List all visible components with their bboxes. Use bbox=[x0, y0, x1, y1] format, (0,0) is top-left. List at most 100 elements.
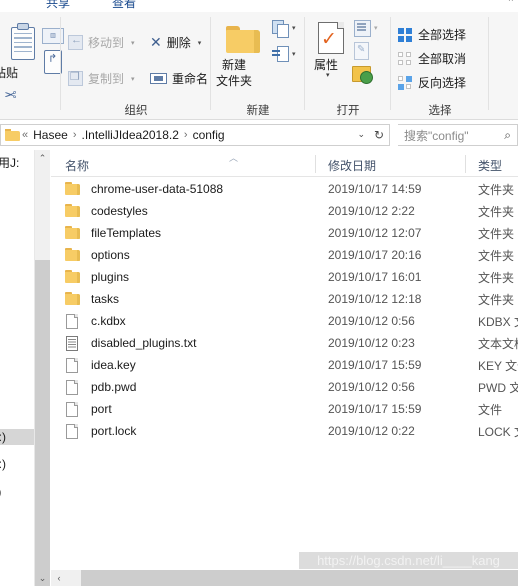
table-row[interactable]: c.kdbx 2019/10/12 0:56 KDBX 文 bbox=[51, 310, 518, 332]
nav-item-drive-e[interactable]: E:) bbox=[0, 485, 1, 499]
breadcrumb-separator[interactable]: › bbox=[71, 129, 79, 141]
rename-button[interactable]: 重命名 bbox=[150, 70, 208, 87]
table-row[interactable]: idea.key 2019/10/17 15:59 KEY 文件 bbox=[51, 354, 518, 376]
ribbon: 粘贴 ✂ ▥ 移动到 ▾ 复制到 ▾ ✕ 删除 ▾ bbox=[0, 12, 518, 120]
file-date: 2019/10/12 12:07 bbox=[328, 226, 422, 240]
folder-icon bbox=[65, 248, 81, 262]
nav-item-0[interactable]: 使用J: bbox=[0, 154, 19, 171]
chevron-down-icon[interactable]: ▾ bbox=[131, 39, 135, 47]
move-to-icon bbox=[68, 34, 83, 50]
chevron-down-icon[interactable]: ▾ bbox=[292, 50, 296, 58]
table-row[interactable]: tasks 2019/10/12 12:18 文件夹 bbox=[51, 288, 518, 310]
file-list[interactable]: chrome-user-data-51088 2019/10/17 14:59 文件… bbox=[51, 178, 518, 563]
select-none-button[interactable]: 全部取消 bbox=[398, 50, 466, 67]
breadcrumb-item-0[interactable]: Hasee bbox=[30, 128, 71, 142]
file-date: 2019/10/17 15:59 bbox=[328, 402, 422, 416]
watermark: https://blog.csdn.net/li____kang bbox=[299, 552, 518, 569]
move-to-button[interactable]: 移动到 ▾ bbox=[68, 34, 135, 51]
chevron-down-icon[interactable]: ▾ bbox=[292, 24, 296, 32]
table-row[interactable]: plugins 2019/10/17 16:01 文件夹 bbox=[51, 266, 518, 288]
navigation-scrollbar[interactable]: ⌃ ⌄ bbox=[35, 150, 50, 586]
file-type: 文件夹 bbox=[478, 204, 515, 219]
file-type: 文件 bbox=[478, 402, 503, 417]
table-row[interactable]: port.lock 2019/10/12 0:22 LOCK 文 bbox=[51, 420, 518, 442]
chevron-down-icon[interactable]: ⌄ bbox=[357, 129, 365, 140]
table-row[interactable]: disabled_plugins.txt 2019/10/12 0:23 文本文档 bbox=[51, 332, 518, 354]
rename-label: 重命名 bbox=[172, 72, 209, 86]
paste-button-label[interactable]: 粘贴 bbox=[0, 64, 18, 81]
tab-share[interactable]: 共享 bbox=[46, 0, 70, 11]
column-header-date[interactable]: 修改日期 bbox=[328, 157, 376, 174]
scroll-up-icon[interactable]: ⌃ bbox=[35, 150, 50, 166]
breadcrumb-item-1[interactable]: .IntelliJIdea2018.2 bbox=[78, 128, 181, 142]
table-row[interactable]: options 2019/10/17 20:16 文件夹 bbox=[51, 244, 518, 266]
file-icon bbox=[65, 402, 81, 417]
column-divider[interactable] bbox=[315, 155, 316, 173]
breadcrumb[interactable]: « Hasee › .IntelliJIdea2018.2 › config ⌄… bbox=[0, 124, 390, 146]
table-row[interactable]: pdb.pwd 2019/10/12 0:56 PWD 文 bbox=[51, 376, 518, 398]
delete-button[interactable]: ✕ 删除 ▾ bbox=[150, 34, 201, 51]
new-folder-icon[interactable] bbox=[226, 26, 260, 53]
invert-selection-label: 反向选择 bbox=[418, 76, 467, 90]
table-row[interactable]: codestyles 2019/10/12 2:22 文件夹 bbox=[51, 200, 518, 222]
file-type: 文件夹 bbox=[478, 182, 515, 197]
file-name: fileTemplates bbox=[91, 226, 162, 240]
folder-icon bbox=[65, 292, 81, 306]
new-folder-label-line2[interactable]: 文件夹 bbox=[216, 72, 252, 89]
tab-view[interactable]: 查看 bbox=[112, 0, 136, 11]
ribbon-divider bbox=[60, 17, 61, 110]
breadcrumb-separator[interactable]: › bbox=[182, 129, 190, 141]
new-folder-label-line1[interactable]: 新建 bbox=[222, 56, 246, 73]
file-name: c.kdbx bbox=[91, 314, 126, 328]
rename-icon bbox=[150, 73, 167, 84]
history-icon[interactable] bbox=[352, 66, 373, 84]
breadcrumb-item-2[interactable]: config bbox=[190, 128, 228, 142]
search-input[interactable]: 搜索"config" ⌕ bbox=[398, 124, 518, 146]
chevron-down-icon[interactable]: ▾ bbox=[131, 75, 135, 83]
edit-icon[interactable] bbox=[354, 42, 369, 60]
file-name: chrome-user-data-51088 bbox=[91, 182, 224, 196]
clipboard-paste-icon[interactable] bbox=[8, 22, 38, 62]
scroll-down-icon[interactable]: ⌄ bbox=[35, 570, 50, 586]
nav-item-drive-c[interactable]: (C:) bbox=[0, 429, 34, 445]
file-type: PWD 文 bbox=[478, 380, 518, 395]
sort-indicator: ︿ bbox=[229, 153, 239, 163]
navigation-pane[interactable]: 使用J: 片 (C:) (D:) E:) bbox=[0, 150, 35, 586]
properties-icon[interactable]: ✓ bbox=[318, 22, 344, 54]
chevron-down-icon[interactable]: ▾ bbox=[198, 39, 202, 47]
horizontal-scrollbar[interactable]: ‹ bbox=[51, 570, 518, 586]
file-date: 2019/10/12 0:22 bbox=[328, 424, 415, 438]
scrollbar-thumb[interactable] bbox=[35, 260, 50, 586]
chevron-down-icon[interactable]: ▾ bbox=[326, 71, 330, 79]
ribbon-collapse-icon[interactable]: ^ bbox=[509, 0, 514, 6]
new-item-icon[interactable] bbox=[272, 20, 290, 38]
open-with-icon[interactable] bbox=[354, 20, 371, 37]
easy-access-icon[interactable] bbox=[272, 46, 290, 64]
file-name: disabled_plugins.txt bbox=[91, 336, 197, 350]
table-row[interactable]: fileTemplates 2019/10/12 12:07 文件夹 bbox=[51, 222, 518, 244]
chevron-down-icon[interactable]: ▾ bbox=[374, 24, 378, 32]
table-row[interactable]: port 2019/10/17 15:59 文件 bbox=[51, 398, 518, 420]
file-icon bbox=[65, 314, 81, 329]
column-divider[interactable] bbox=[465, 155, 466, 173]
nav-item-drive-d[interactable]: (D:) bbox=[0, 457, 6, 471]
table-row[interactable]: chrome-user-data-51088 2019/10/17 14:59 文件… bbox=[51, 178, 518, 200]
file-date: 2019/10/12 0:56 bbox=[328, 380, 415, 394]
select-all-button[interactable]: 全部选择 bbox=[398, 26, 466, 43]
column-header-name[interactable]: 名称 bbox=[65, 157, 89, 174]
select-none-icon bbox=[398, 51, 412, 66]
copy-to-button[interactable]: 复制到 ▾ bbox=[68, 70, 135, 87]
scrollbar-thumb[interactable] bbox=[81, 570, 518, 586]
refresh-icon[interactable]: ↻ bbox=[374, 128, 384, 142]
breadcrumb-overflow[interactable]: « bbox=[20, 129, 30, 141]
scissors-icon[interactable]: ✂ bbox=[4, 86, 17, 104]
file-type: KEY 文件 bbox=[478, 358, 518, 373]
file-name: plugins bbox=[91, 270, 130, 284]
file-name: tasks bbox=[91, 292, 120, 306]
column-header-type[interactable]: 类型 bbox=[478, 157, 502, 174]
file-date: 2019/10/17 15:59 bbox=[328, 358, 422, 372]
search-icon[interactable]: ⌕ bbox=[504, 128, 511, 143]
file-date: 2019/10/12 12:18 bbox=[328, 292, 422, 306]
invert-selection-button[interactable]: 反向选择 bbox=[398, 74, 466, 91]
scroll-left-icon[interactable]: ‹ bbox=[51, 570, 67, 586]
